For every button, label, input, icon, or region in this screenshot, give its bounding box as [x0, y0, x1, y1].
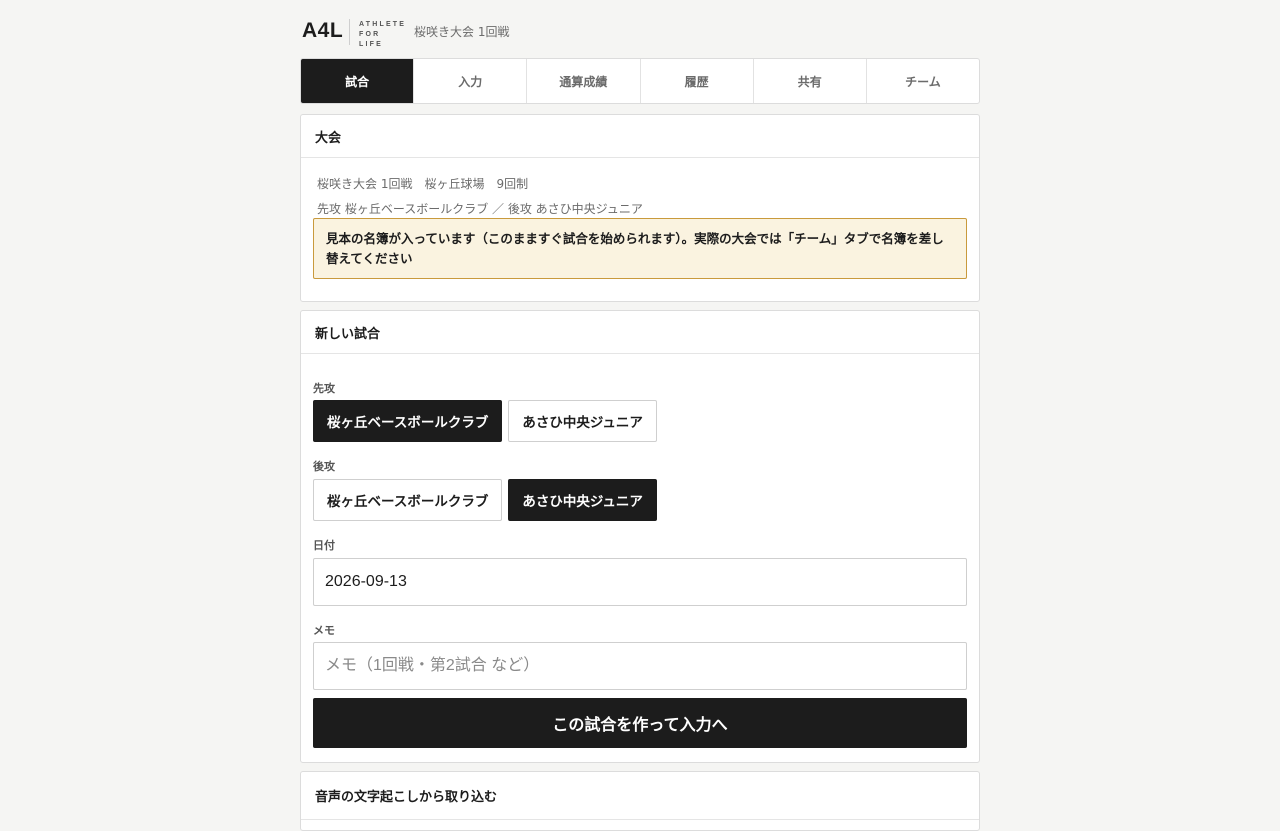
voice-import-heading: 音声の文字起こしから取り込む: [301, 772, 979, 820]
tab-share[interactable]: 共有: [752, 59, 866, 103]
voice-import-card: 音声の文字起こしから取り込む: [300, 771, 980, 831]
current-game-title: 桜咲き大会 1回戦: [414, 25, 510, 39]
tab-career-stats[interactable]: 通算成績: [526, 59, 639, 103]
tab-team[interactable]: チーム: [865, 59, 979, 103]
tournament-info: 桜咲き大会 1回戦 桜ヶ丘球場 9回制: [317, 177, 529, 191]
app-header: A4L ATHLETE FOR LIFE 桜咲き大会 1回戦: [300, 0, 980, 58]
tab-game[interactable]: 試合: [301, 59, 414, 103]
new-game-heading: 新しい試合: [301, 311, 979, 354]
tagline-line: LIFE: [359, 41, 383, 48]
second-team-option-sakuragaoka[interactable]: 桜ヶ丘ベースボールクラブ: [313, 479, 503, 521]
second-team-option-asahi[interactable]: あさひ中央ジュニア: [508, 479, 657, 521]
tagline-line: ATHLETE: [359, 21, 407, 28]
second-batting-selector: 桜ヶ丘ベースボールクラブ あさひ中央ジュニア: [313, 479, 657, 521]
main-tabs: 試合 入力 通算成績 履歴 共有 チーム: [300, 58, 980, 104]
memo-input[interactable]: [313, 642, 967, 690]
app-tagline: ATHLETE FOR LIFE: [359, 20, 406, 50]
memo-label: メモ: [313, 624, 335, 637]
logo-divider: [349, 19, 350, 45]
first-batting-selector: 桜ヶ丘ベースボールクラブ あさひ中央ジュニア: [313, 400, 657, 442]
tournament-teams: 先攻 桜ヶ丘ベースボールクラブ ／ 後攻 あさひ中央ジュニア: [317, 202, 643, 216]
app-logo: A4L: [302, 19, 344, 42]
create-game-button[interactable]: この試合を作って入力へ: [313, 698, 967, 748]
tab-input[interactable]: 入力: [413, 59, 526, 103]
first-batting-label: 先攻: [313, 382, 335, 395]
tagline-line: FOR: [359, 31, 381, 38]
second-batting-label: 後攻: [313, 460, 335, 473]
tab-history[interactable]: 履歴: [639, 59, 753, 103]
tournament-card: 大会 桜咲き大会 1回戦 桜ヶ丘球場 9回制 先攻 桜ヶ丘ベースボールクラブ ／…: [300, 114, 980, 302]
date-label: 日付: [313, 539, 335, 552]
date-input[interactable]: [313, 558, 967, 606]
tournament-heading: 大会: [301, 115, 979, 158]
sample-roster-notice: 見本の名簿が入っています（このまますぐ試合を始められます）。実際の大会では「チー…: [313, 218, 967, 279]
first-team-option-asahi[interactable]: あさひ中央ジュニア: [508, 400, 657, 442]
new-game-card: 新しい試合 先攻 桜ヶ丘ベースボールクラブ あさひ中央ジュニア 後攻 桜ヶ丘ベー…: [300, 310, 980, 763]
app-container: A4L ATHLETE FOR LIFE 桜咲き大会 1回戦 試合 入力 通算成…: [300, 0, 980, 831]
first-team-option-sakuragaoka[interactable]: 桜ヶ丘ベースボールクラブ: [313, 400, 503, 442]
